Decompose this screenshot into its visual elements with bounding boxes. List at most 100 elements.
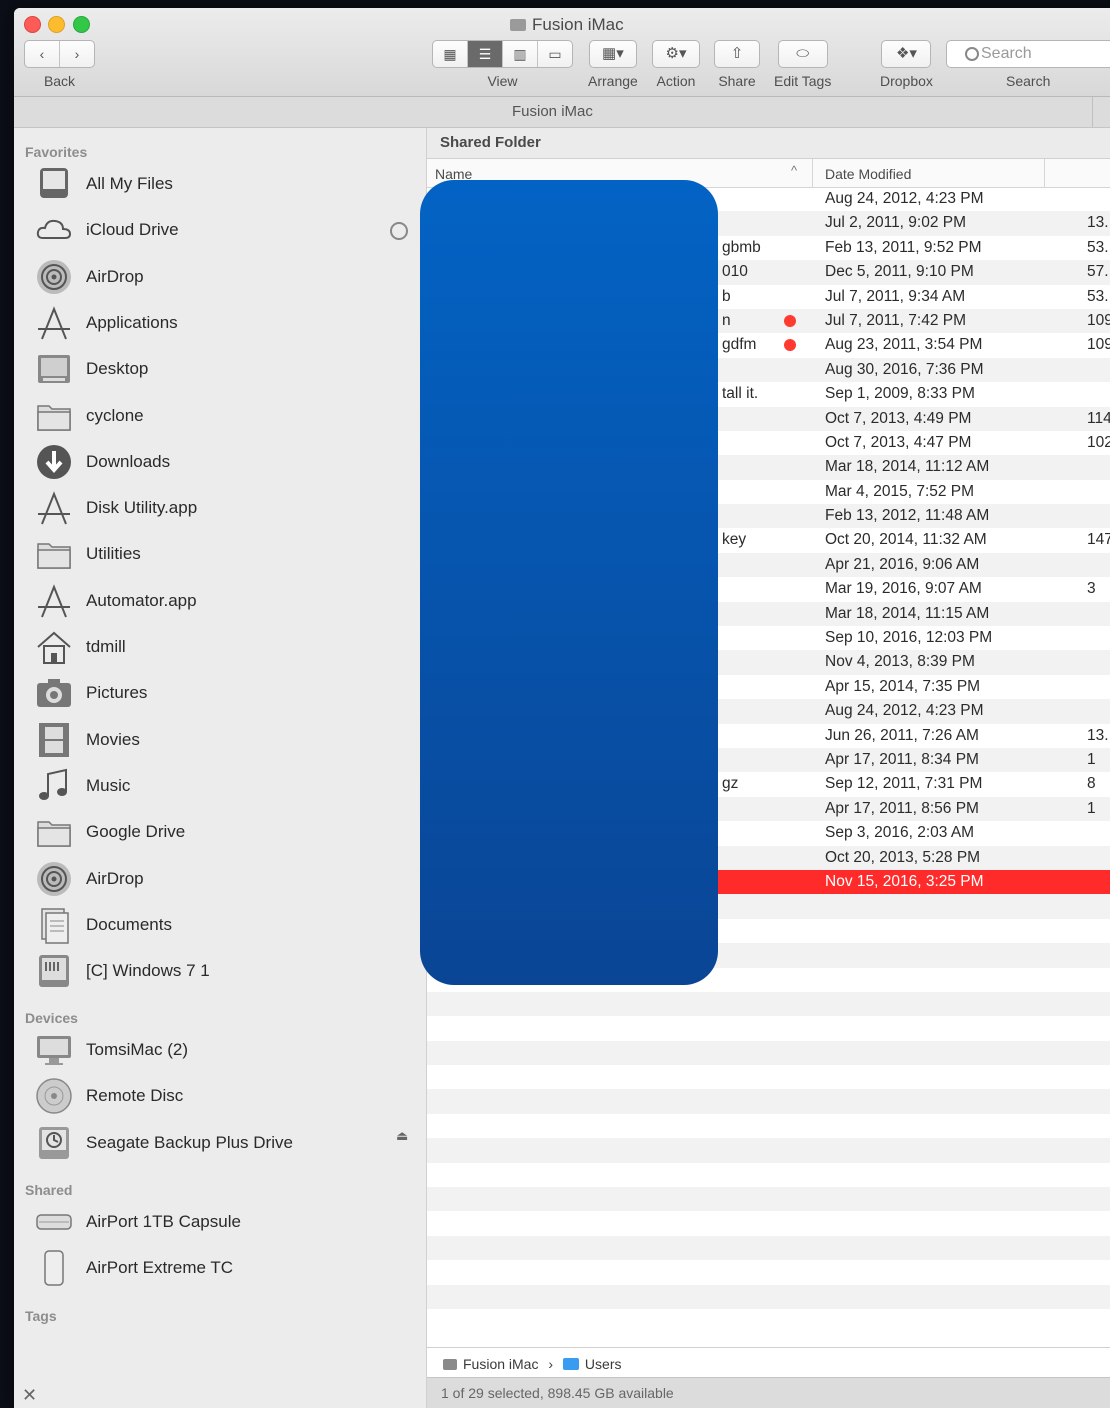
app-icon	[34, 581, 74, 621]
sidebar-item-label: All My Files	[86, 174, 173, 193]
file-name: gbmb	[722, 238, 761, 256]
airdrop-icon	[34, 257, 74, 297]
sidebar-item-pictures[interactable]: Pictures	[34, 673, 414, 713]
date-modified-column-header[interactable]: Date Modified	[825, 166, 911, 182]
back-forward-control[interactable]: ‹ ›	[24, 40, 95, 68]
edit-tags-button[interactable]: ⬭	[777, 40, 828, 68]
home-icon	[34, 627, 74, 667]
sidebar-item-downloads[interactable]: Downloads	[34, 442, 414, 482]
coverflow-view-icon[interactable]: ▭	[538, 41, 572, 67]
date-modified: Oct 7, 2013, 4:49 PM	[825, 409, 972, 427]
icon-view-icon[interactable]: ▦	[433, 41, 468, 67]
sidebar-item-airdrop[interactable]: AirDrop	[34, 859, 414, 899]
cloud-icon	[34, 210, 74, 250]
sidebar-item-airdrop[interactable]: AirDrop	[34, 257, 414, 297]
action-group: ⚙▾ Action	[652, 40, 700, 89]
sidebar-item-music[interactable]: Music	[34, 766, 414, 806]
sidebar-item-label: Downloads	[86, 451, 171, 471]
dropbox-button[interactable]: ❖▾	[881, 40, 932, 68]
file-size: 109.	[1087, 311, 1110, 329]
date-modified: Dec 5, 2011, 9:10 PM	[825, 263, 974, 281]
folder-header: Shared Folder	[427, 128, 1110, 159]
sidebar-item-remote-disc[interactable]: Remote Disc	[34, 1076, 414, 1116]
list-view-icon[interactable]: ☰	[468, 41, 503, 67]
sidebar-item-disk-utility-app[interactable]: Disk Utility.app	[34, 488, 414, 528]
path-separator: ›	[548, 1356, 554, 1372]
sidebar-item-label: cyclone	[86, 405, 144, 425]
search-icon	[965, 47, 979, 61]
sidebar-item-documents[interactable]: Documents	[34, 905, 414, 945]
path-folder[interactable]: Users	[585, 1356, 622, 1372]
date-modified: Mar 18, 2014, 11:15 AM	[825, 604, 990, 622]
date-modified: Sep 3, 2016, 2:03 AM	[825, 824, 975, 842]
action-button[interactable]: ⚙▾	[652, 40, 700, 68]
empty-row	[427, 1089, 1110, 1114]
file-name: tall it.	[722, 385, 759, 403]
path-root[interactable]: Fusion iMac	[463, 1356, 538, 1372]
date-modified: Jul 7, 2011, 9:34 AM	[825, 287, 966, 305]
column-divider[interactable]	[812, 159, 813, 187]
view-group: ▦ ☰ ▥ ▭ View	[432, 40, 573, 89]
share-button[interactable]: ⇧	[714, 40, 760, 68]
disc-icon	[34, 1076, 74, 1116]
sidebar: Favorites All My Files iCloud Drive AirD…	[14, 128, 427, 1408]
column-divider[interactable]	[1044, 159, 1045, 187]
sidebar-item-applications[interactable]: Applications	[34, 303, 414, 343]
sidebar-item-seagate-backup-plus-drive[interactable]: Seagate Backup Plus Drive	[34, 1123, 414, 1163]
documents-icon	[34, 905, 74, 945]
search-placeholder: Search	[981, 45, 1032, 62]
arrange-button[interactable]: ▦▾	[588, 40, 637, 68]
sort-ascending-icon: ^	[791, 163, 798, 178]
film-icon	[34, 720, 74, 760]
back-arrow-icon[interactable]: ‹	[25, 41, 60, 67]
sidebar-item-google-drive[interactable]: Google Drive	[34, 812, 414, 852]
file-size: 8	[1087, 775, 1096, 793]
music-icon	[34, 766, 74, 806]
sidebar-item-movies[interactable]: Movies	[34, 720, 414, 760]
file-name: 010	[722, 263, 748, 281]
file-size: 102.	[1087, 433, 1110, 451]
empty-row	[427, 1187, 1110, 1212]
arrange-grid-icon: ▦▾	[602, 45, 624, 62]
sidebar-item-tomsimac-2[interactable]: TomsiMac (2)	[34, 1030, 414, 1070]
drive-icon	[443, 1359, 457, 1370]
file-size: 57.	[1087, 263, 1109, 281]
share-group: ⇧ Share	[714, 40, 760, 89]
close-sidebar-icon[interactable]: ✕	[22, 1385, 37, 1406]
path-bar: Fusion iMac › Users	[427, 1347, 1110, 1378]
new-tab-button[interactable]	[1092, 97, 1110, 127]
sidebar-item-desktop[interactable]: Desktop	[34, 349, 414, 389]
airport-extreme-icon	[34, 1248, 74, 1288]
icloud-progress-icon	[390, 222, 408, 240]
sidebar-item-airport-1tb-capsule[interactable]: AirPort 1TB Capsule	[34, 1202, 414, 1242]
airport-capsule-icon	[34, 1202, 74, 1242]
dropbox-icon: ❖▾	[895, 45, 917, 62]
column-view-icon[interactable]: ▥	[503, 41, 538, 67]
drive-icon	[34, 951, 74, 991]
sidebar-item-tdmill[interactable]: tdmill	[34, 627, 414, 667]
sidebar-item-label: AirDrop	[86, 266, 144, 286]
view-control[interactable]: ▦ ☰ ▥ ▭	[432, 40, 573, 68]
sidebar-item-airport-extreme-tc[interactable]: AirPort Extreme TC	[34, 1248, 414, 1288]
tab-title[interactable]: Fusion iMac	[512, 103, 593, 120]
edit-tags-group: ⬭ Edit Tags	[774, 40, 831, 89]
eject-icon[interactable]: ⏏	[396, 1128, 408, 1144]
date-modified: Oct 7, 2013, 4:47 PM	[825, 433, 972, 451]
sidebar-item-all-my-files[interactable]: All My Files	[34, 164, 414, 204]
folder-icon	[34, 534, 74, 574]
redaction-overlay	[420, 180, 718, 985]
sidebar-item-c-windows-7-1[interactable]: [C] Windows 7 1	[34, 951, 414, 991]
gear-icon: ⚙▾	[665, 45, 687, 62]
red-tag-icon	[784, 339, 796, 352]
applications-icon	[34, 303, 74, 343]
sidebar-item-utilities[interactable]: Utilities	[34, 534, 414, 574]
sidebar-item-icloud-drive[interactable]: iCloud Drive	[34, 210, 414, 250]
sidebar-item-label: Seagate Backup Plus Drive	[86, 1132, 293, 1152]
dropbox-label: Dropbox	[880, 73, 933, 89]
sidebar-item-automator-app[interactable]: Automator.app	[34, 581, 414, 621]
sidebar-item-cyclone[interactable]: cyclone	[34, 396, 414, 436]
sidebar-item-label: Pictures	[86, 683, 148, 703]
date-modified: Mar 4, 2015, 7:52 PM	[825, 482, 975, 500]
forward-arrow-icon[interactable]: ›	[60, 41, 94, 67]
search-input[interactable]: Search	[946, 40, 1110, 68]
